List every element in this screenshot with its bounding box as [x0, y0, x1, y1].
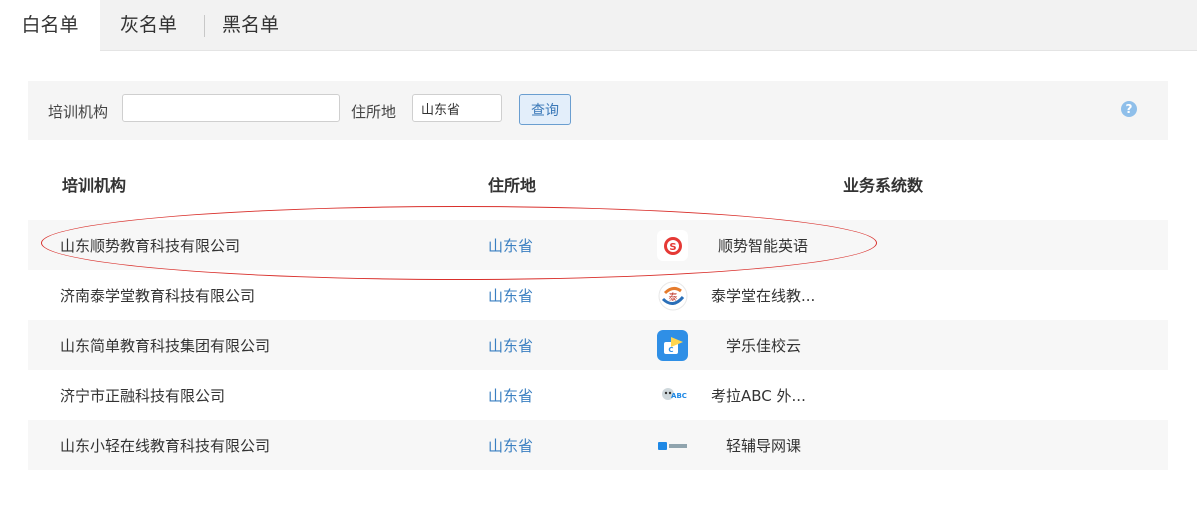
header-location: 住所地 — [488, 176, 537, 195]
header-org: 培训机构 — [62, 176, 127, 195]
org-name: 山东简单教育科技集团有限公司 — [60, 337, 271, 355]
list-tabs: 白名单 灰名单 黑名单 — [0, 0, 1197, 51]
org-name: 山东小轻在线教育科技有限公司 — [60, 437, 271, 455]
tab-blacklist[interactable]: 黑名单 — [222, 0, 279, 51]
header-system-count: 业务系统数 — [843, 176, 924, 195]
table-row: 山东简单教育科技集团有限公司 山东省 C 学乐佳校云 — [28, 320, 1168, 370]
location-link[interactable]: 山东省 — [488, 285, 533, 306]
system-name: 顺势智能英语 — [718, 237, 809, 255]
location-link[interactable]: 山东省 — [488, 435, 533, 456]
system-name: 泰学堂在线教... — [711, 287, 816, 305]
koala-abc-logo-icon: ABC — [657, 380, 688, 411]
system-name: 考拉ABC 外... — [711, 387, 806, 405]
help-icon[interactable]: ? — [1121, 101, 1137, 117]
tab-whitelist[interactable]: 白名单 — [0, 0, 100, 51]
svg-text:泰: 泰 — [668, 291, 677, 303]
location-input[interactable] — [412, 94, 502, 122]
table-row: 山东顺势教育科技有限公司 山东省 S 顺势智能英语 — [28, 220, 1168, 270]
tab-greylist[interactable]: 灰名单 — [120, 0, 177, 51]
system-name: 学乐佳校云 — [726, 337, 802, 355]
table-row: 济宁市正融科技有限公司 山东省 ABC 考拉ABC 外... — [28, 370, 1168, 420]
org-name: 济南泰学堂教育科技有限公司 — [60, 287, 256, 305]
table-row: 济南泰学堂教育科技有限公司 山东省 泰 泰学堂在线教... — [28, 270, 1168, 320]
tab-separator — [204, 15, 205, 37]
location-link[interactable]: 山东省 — [488, 235, 533, 256]
location-link[interactable]: 山东省 — [488, 385, 533, 406]
location-link[interactable]: 山东省 — [488, 335, 533, 356]
system-name: 轻辅导网课 — [726, 437, 802, 455]
org-name: 山东顺势教育科技有限公司 — [60, 237, 241, 255]
org-filter-label: 培训机构 — [48, 103, 109, 121]
qingfudao-logo-icon — [657, 430, 688, 461]
table-row: 山东小轻在线教育科技有限公司 山东省 轻辅导网课 — [28, 420, 1168, 470]
taixuetang-logo-icon: 泰 — [657, 280, 688, 311]
location-filter-label: 住所地 — [351, 103, 397, 121]
filter-bar: 培训机构 住所地 查询 ? — [28, 81, 1168, 140]
org-name: 济宁市正融科技有限公司 — [60, 387, 226, 405]
svg-text:C: C — [668, 346, 673, 354]
xuelejia-logo-icon: C — [657, 330, 688, 361]
query-button[interactable]: 查询 — [519, 94, 571, 125]
shunshi-logo-icon: S — [657, 230, 688, 261]
org-search-input[interactable] — [122, 94, 340, 122]
svg-text:S: S — [669, 242, 676, 253]
svg-text:ABC: ABC — [671, 392, 687, 400]
